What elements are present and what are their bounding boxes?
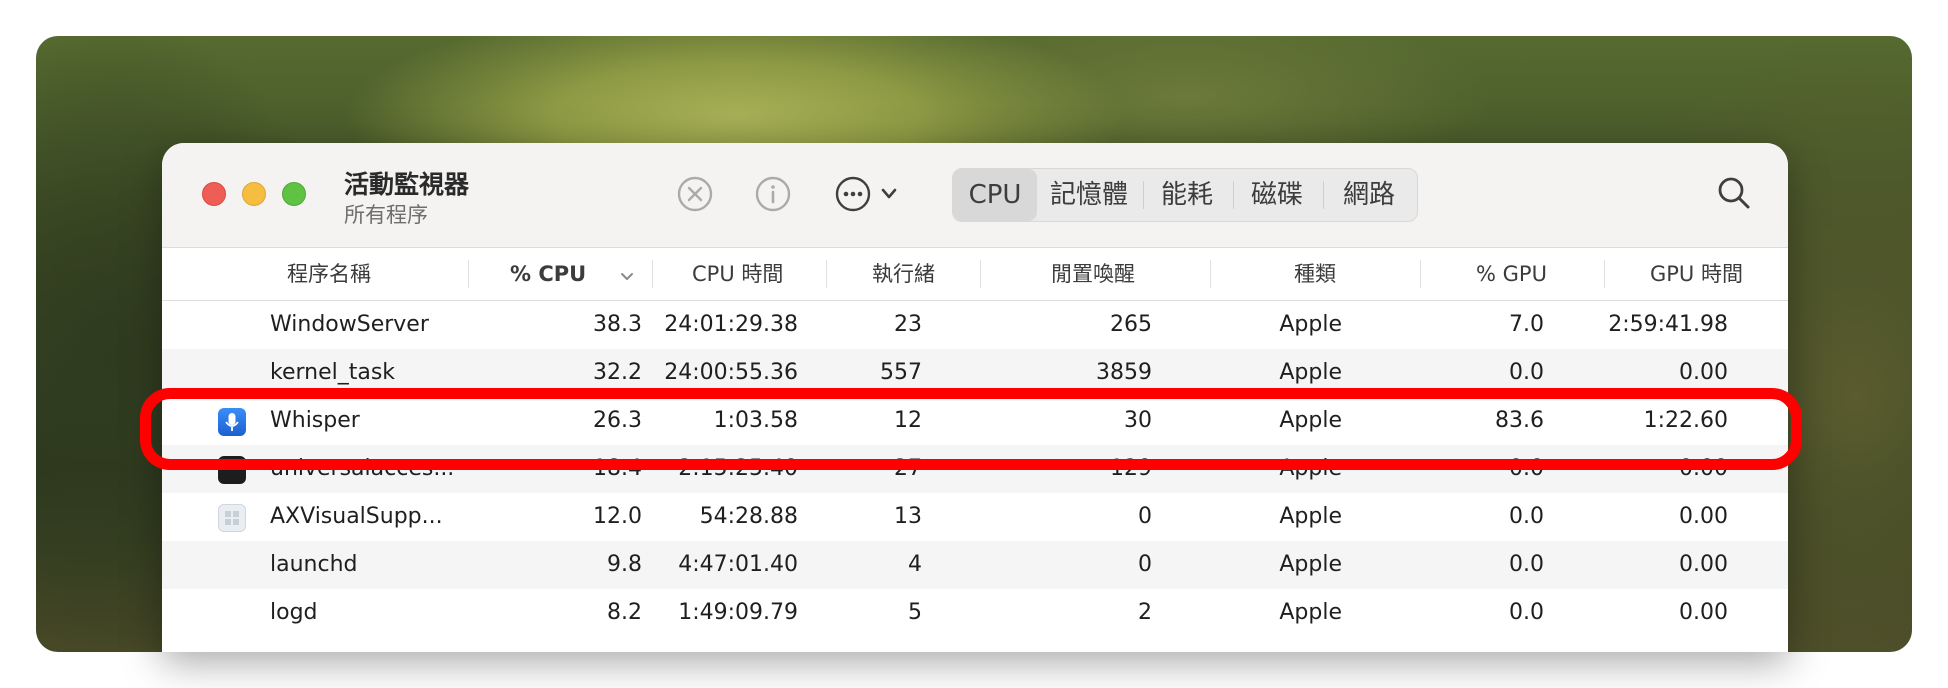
table-row[interactable]: AXVisualSupp... 12.0 54:28.88 13 0 Apple… — [162, 493, 1788, 541]
tab-energy[interactable]: 能耗 — [1145, 169, 1229, 221]
stop-process-icon[interactable] — [676, 175, 714, 213]
gpu-time: 0.00 — [1679, 504, 1728, 529]
table-header: 程序名稱 % CPU CPU 時間 執行緒 閒置喚醒 種類 % GPU GPU … — [162, 248, 1788, 301]
kind: Apple — [1279, 600, 1342, 625]
column-idle-wake-ups[interactable]: 閒置喚醒 — [1051, 248, 1135, 300]
process-name: WindowServer — [270, 312, 429, 337]
gpu-percent: 0.0 — [1509, 504, 1544, 529]
gpu-time: 0.00 — [1679, 552, 1728, 577]
table-row[interactable]: WindowServer 38.3 24:01:29.38 23 265 App… — [162, 301, 1788, 349]
window-title: 活動監視器 — [344, 170, 470, 199]
column-threads[interactable]: 執行緒 — [872, 248, 935, 300]
close-window-button[interactable] — [202, 182, 226, 206]
column-divider — [980, 260, 981, 288]
column-divider — [468, 260, 469, 288]
sort-chevron-down-icon — [620, 267, 634, 286]
column-cpu-time[interactable]: CPU 時間 — [692, 248, 783, 300]
process-name: logd — [270, 600, 318, 625]
cpu-time: 4:47:01.40 — [678, 552, 798, 577]
column-divider — [652, 260, 653, 288]
idle-wake-ups: 0 — [1138, 504, 1152, 529]
zoom-window-button[interactable] — [282, 182, 306, 206]
tab-divider — [1233, 181, 1234, 209]
toolbar: 活動監視器 所有程序 CPU 記憶體 能耗 磁碟 網路 — [162, 143, 1788, 248]
gpu-percent: 0.0 — [1509, 600, 1544, 625]
idle-wake-ups: 0 — [1138, 552, 1152, 577]
search-icon[interactable] — [1714, 173, 1754, 213]
more-options-button[interactable] — [834, 175, 910, 213]
column-divider — [1210, 260, 1211, 288]
cpu-percent: 38.3 — [593, 312, 642, 337]
more-options-icon — [835, 176, 897, 212]
kind: Apple — [1279, 312, 1342, 337]
process-name: launchd — [270, 552, 358, 577]
column-divider — [1604, 260, 1605, 288]
info-icon[interactable] — [754, 175, 792, 213]
view-tabs: CPU 記憶體 能耗 磁碟 網路 — [952, 168, 1418, 222]
gpu-time: 2:59:41.98 — [1608, 312, 1728, 337]
gpu-percent: 7.0 — [1509, 312, 1544, 337]
window-subtitle[interactable]: 所有程序 — [344, 199, 428, 229]
gpu-percent: 0.0 — [1509, 552, 1544, 577]
kind: Apple — [1279, 552, 1342, 577]
minimize-window-button[interactable] — [242, 182, 266, 206]
column-divider — [826, 260, 827, 288]
tab-network[interactable]: 網路 — [1325, 169, 1413, 221]
gpu-time: 0.00 — [1679, 600, 1728, 625]
cpu-time: 24:01:29.38 — [664, 312, 798, 337]
idle-wake-ups: 265 — [1110, 312, 1152, 337]
column-gpu-percent[interactable]: % GPU — [1476, 248, 1547, 300]
cpu-percent: 12.0 — [593, 504, 642, 529]
tab-disk[interactable]: 磁碟 — [1235, 169, 1319, 221]
kind: Apple — [1279, 504, 1342, 529]
table-row[interactable]: launchd 9.8 4:47:01.40 4 0 Apple 0.0 0.0… — [162, 541, 1788, 589]
column-gpu-time[interactable]: GPU 時間 — [1650, 248, 1743, 300]
threads: 4 — [908, 552, 922, 577]
threads: 13 — [894, 504, 922, 529]
tab-cpu[interactable]: CPU — [953, 169, 1037, 221]
column-process-name[interactable]: 程序名稱 — [287, 248, 371, 300]
idle-wake-ups: 2 — [1138, 600, 1152, 625]
cpu-time: 54:28.88 — [699, 504, 798, 529]
cpu-percent: 8.2 — [607, 600, 642, 625]
column-kind[interactable]: 種類 — [1294, 248, 1336, 300]
process-name: AXVisualSupp... — [270, 504, 443, 529]
whisper-row-highlight-annotation — [140, 388, 1802, 470]
column-cpu-percent[interactable]: % CPU — [510, 248, 586, 300]
cpu-percent: 9.8 — [607, 552, 642, 577]
cpu-time: 1:49:09.79 — [678, 600, 798, 625]
generic-app-icon — [218, 504, 246, 532]
threads: 5 — [908, 600, 922, 625]
column-divider — [1420, 260, 1421, 288]
tab-memory[interactable]: 記憶體 — [1039, 169, 1139, 221]
table-row[interactable]: logd 8.2 1:49:09.79 5 2 Apple 0.0 0.00 — [162, 589, 1788, 637]
tab-divider — [1143, 181, 1144, 209]
tab-divider — [1323, 181, 1324, 209]
threads: 23 — [894, 312, 922, 337]
